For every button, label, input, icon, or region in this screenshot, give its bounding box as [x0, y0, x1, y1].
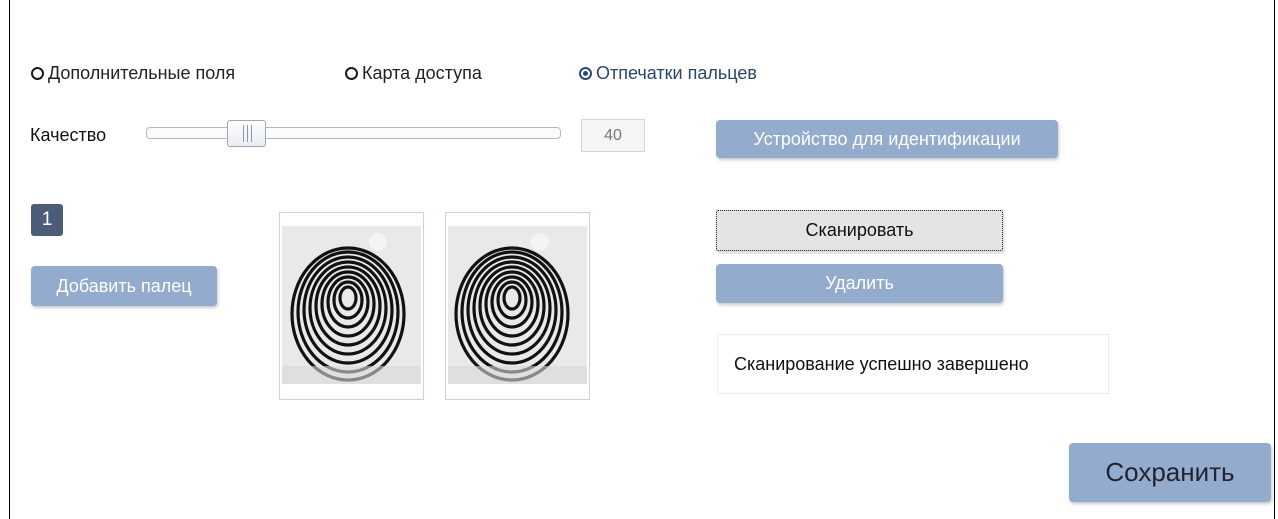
fingerprint-image-2	[445, 212, 590, 400]
radio-checked-icon	[579, 67, 592, 80]
save-button[interactable]: Сохранить	[1069, 443, 1271, 502]
radio-access-card[interactable]: Карта доступа	[345, 63, 482, 84]
identification-device-button[interactable]: Устройство для идентификации	[716, 120, 1058, 158]
radio-fingerprints-label: Отпечатки пальцев	[596, 63, 757, 83]
fingerprint-icon	[448, 226, 587, 384]
delete-button[interactable]: Удалить	[716, 264, 1003, 303]
radio-fingerprints[interactable]: Отпечатки пальцев	[579, 63, 757, 84]
scan-status-message: Сканирование успешно завершено	[717, 334, 1109, 394]
quality-slider-track[interactable]	[146, 127, 561, 139]
fingerprint-image-1	[279, 212, 424, 400]
radio-additional-fields[interactable]: Дополнительные поля	[31, 63, 235, 84]
quality-label: Качество	[30, 125, 107, 145]
quality-slider-handle[interactable]	[227, 120, 266, 147]
quality-value-field[interactable]: 40	[581, 119, 645, 152]
radio-additional-fields-label: Дополнительные поля	[48, 63, 236, 83]
radio-access-card-label: Карта доступа	[362, 63, 482, 83]
radio-unchecked-icon	[345, 67, 358, 80]
scan-button[interactable]: Сканировать	[716, 210, 1003, 251]
radio-unchecked-icon	[31, 67, 44, 80]
fingerprint-icon	[282, 226, 421, 384]
add-finger-button[interactable]: Добавить палец	[31, 266, 217, 306]
finger-number-badge[interactable]: 1	[31, 204, 63, 236]
